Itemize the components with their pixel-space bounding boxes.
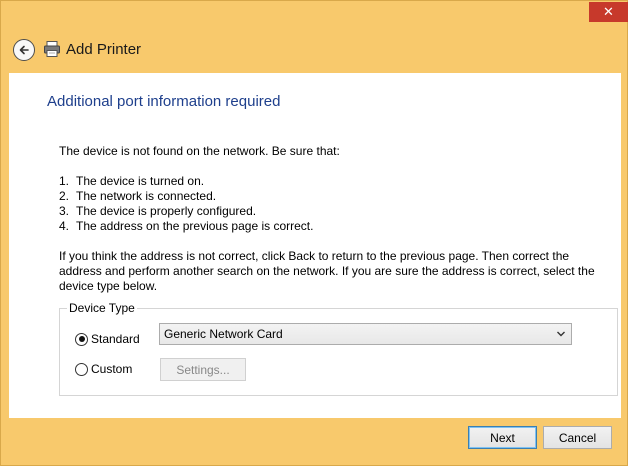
close-icon: ✕ — [603, 4, 614, 19]
close-button[interactable]: ✕ — [589, 2, 628, 22]
device-type-select-value: Generic Network Card — [164, 327, 283, 341]
standard-radio[interactable]: Standard — [75, 332, 140, 346]
window-title: Add Printer — [66, 41, 142, 58]
device-type-label: Device Type — [67, 301, 137, 315]
list-item: 1. The device is turned on. — [59, 174, 205, 188]
standard-radio-button[interactable] — [75, 332, 88, 346]
list-item: 4. The address on the previous page is co… — [59, 219, 314, 233]
printer-icon — [44, 41, 60, 57]
back-arrow-icon — [19, 45, 29, 55]
intro-text: The device is not found on the network. … — [59, 144, 340, 158]
device-type-group — [59, 308, 618, 396]
page-heading: Additional port information required — [47, 93, 281, 110]
standard-radio-label: Standard — [91, 332, 140, 346]
checklist: 1. The device is turned on. 2. The network… — [59, 174, 313, 234]
device-type-select[interactable]: Generic Network Card — [159, 323, 572, 345]
custom-radio-button[interactable] — [75, 362, 88, 376]
back-button[interactable] — [13, 39, 35, 61]
add-printer-window: ✕ Add Printer Additional port informatio… — [0, 0, 628, 466]
custom-radio-label: Custom — [91, 362, 133, 376]
custom-radio[interactable]: Custom — [75, 362, 132, 376]
chevron-down-icon — [557, 331, 565, 337]
settings-button[interactable]: Settings... — [160, 358, 246, 381]
wizard-content: Additional port information required The… — [9, 73, 621, 418]
list-item: 2. The network is connected. — [59, 189, 217, 203]
instructions-text: If you think the address is not correct,… — [59, 249, 595, 293]
list-item: 3. The device is properly configured. — [59, 204, 257, 218]
next-button[interactable]: Next — [468, 426, 537, 449]
cancel-button[interactable]: Cancel — [543, 426, 612, 449]
